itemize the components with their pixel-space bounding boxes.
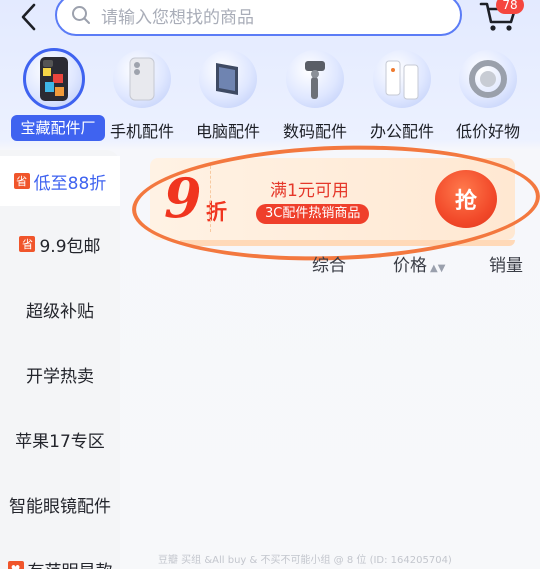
category-label: 低价好物: [455, 122, 520, 141]
sort-price-label: 价格: [393, 256, 427, 276]
sidebar-item-label: 超级补贴: [26, 301, 94, 322]
sidebar-item-smart-glasses[interactable]: 智能眼镜配件: [0, 479, 120, 529]
heart-flag-icon: ♥: [7, 561, 24, 569]
category-item-treasure[interactable]: 宝藏配件厂: [4, 48, 105, 143]
sort-bar: 综合 价格 ▲▼ 销量: [280, 252, 540, 280]
category-label: 电脑配件: [195, 122, 260, 141]
sidebar-item-subsidy[interactable]: 超级补贴: [0, 284, 120, 334]
sort-comprehensive[interactable]: 综合: [312, 252, 346, 280]
sidebar-item-label: 苹果17专区: [15, 431, 105, 452]
sidebar-item-label: 智能眼镜配件: [9, 496, 111, 517]
sidebar-item-back-to-school[interactable]: 开学热卖: [0, 349, 120, 399]
sidebar-item-label: 低至88折: [33, 173, 107, 194]
sidebar-item-free-shipping[interactable]: 省 9.9包邮: [0, 219, 120, 269]
gimbal-thumb: [286, 50, 344, 108]
phone-case-thumb: [23, 48, 85, 110]
save-flag-icon: 省: [13, 173, 30, 189]
ring-holder-thumb: [459, 50, 517, 108]
laptop-thumb: [199, 50, 257, 108]
phone-thumb: [113, 50, 171, 108]
sidebar-item-discount[interactable]: 省 低至88折: [0, 156, 120, 206]
sidebar-item-apple17[interactable]: 苹果17专区: [0, 414, 120, 464]
save-flag-icon: 省: [19, 236, 36, 252]
sort-sales[interactable]: 销量: [489, 252, 523, 280]
category-item-computer[interactable]: 电脑配件: [178, 48, 278, 143]
category-item-phone[interactable]: 手机配件: [92, 48, 192, 143]
category-row: 宝藏配件厂 手机配件 电脑配件 数码配件 办公配件 低价好物: [0, 48, 540, 143]
category-item-budget[interactable]: 低价好物: [438, 48, 538, 143]
search-placeholder: 请输入您想找的商品: [101, 7, 254, 28]
top-header: 请输入您想找的商品 78: [0, 0, 540, 42]
back-button[interactable]: [14, 2, 44, 32]
search-input[interactable]: 请输入您想找的商品: [55, 0, 462, 36]
chevron-left-icon: [21, 3, 36, 31]
category-item-office[interactable]: 办公配件: [352, 48, 452, 143]
category-label: 办公配件: [369, 122, 434, 141]
category-label: 数码配件: [282, 122, 347, 141]
watermark: 豆瓣 买组 &All buy & 不买不可能小组 @ 8 位 (ID: 1642…: [158, 555, 452, 566]
sidebar: 省 低至88折 省 9.9包邮 超级补贴 开学热卖 苹果17专区 智能眼镜配件 …: [0, 150, 120, 569]
sidebar-item-label: 开学热卖: [26, 366, 94, 387]
sidebar-item-celebrity[interactable]: ♥ 有范明星款: [0, 544, 120, 569]
power-strip-thumb: [373, 50, 431, 108]
sort-price[interactable]: 价格 ▲▼: [393, 252, 445, 283]
cart-count-badge: 78: [496, 0, 524, 14]
search-icon: [71, 4, 93, 26]
sidebar-item-label: 9.9包邮: [39, 236, 101, 257]
category-item-digital[interactable]: 数码配件: [265, 48, 365, 143]
sidebar-item-label: 有范明星款: [28, 557, 113, 569]
category-label: 手机配件: [109, 122, 174, 141]
sort-caret-icon: ▲▼: [430, 263, 446, 274]
category-label: 宝藏配件厂: [11, 115, 105, 141]
